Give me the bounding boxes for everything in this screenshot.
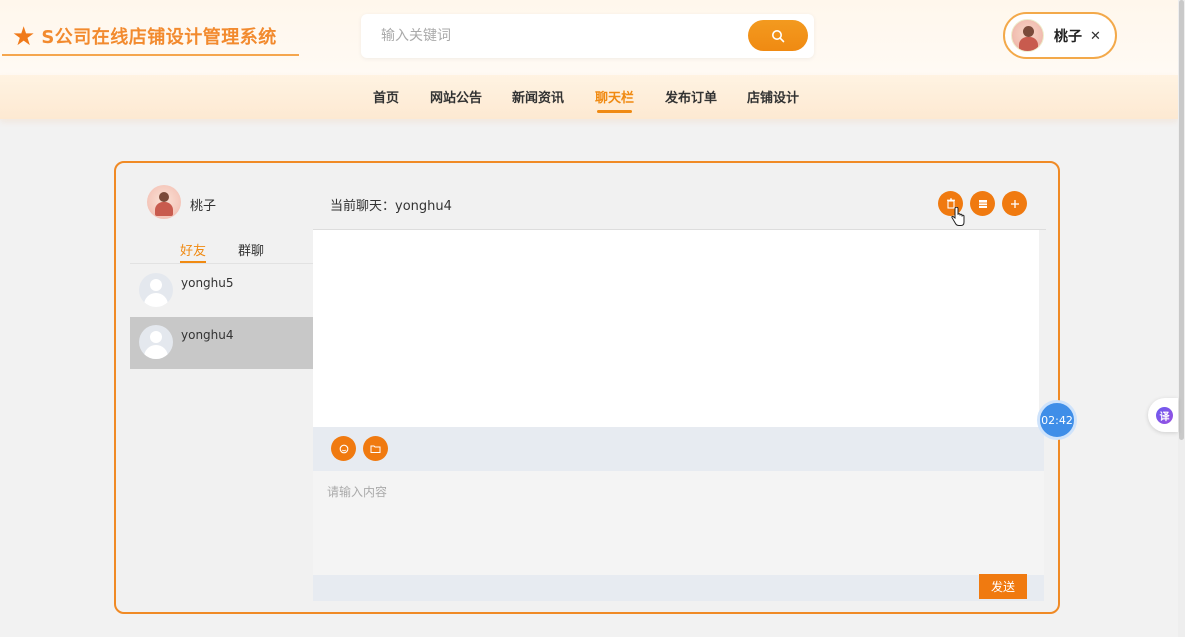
search-button[interactable] [748,20,808,51]
search-bar [361,14,814,58]
nav-item-orders[interactable]: 发布订单 [665,87,717,109]
message-area[interactable] [313,230,1039,427]
message-input-area [313,471,1044,575]
avatar [1011,19,1044,52]
friend-name: yonghu5 [181,276,234,290]
my-name: 桃子 [190,199,217,214]
nav-item-news[interactable]: 新闻资讯 [512,87,564,109]
nav-active-indicator [597,110,633,113]
input-toolbar [313,427,1044,471]
page-scrollbar[interactable] [1178,0,1185,637]
send-row [313,575,1044,601]
add-button[interactable] [1002,191,1027,216]
nav-item-home[interactable]: 首页 [373,87,399,109]
pointer-cursor-icon [951,207,965,226]
nav-item-chat[interactable]: 聊天栏 [587,79,643,115]
grid-icon [978,199,987,208]
file-button[interactable] [363,436,388,461]
scrollbar-thumb[interactable] [1179,0,1184,440]
emoji-icon [339,444,348,453]
user-menu[interactable]: 桃子 ✕ [1003,12,1117,59]
list-item[interactable]: yonghu5 [130,265,313,317]
site-title: S公司在线店铺设计管理系统 [41,27,277,48]
nav-item-chat-label: 聊天栏 [595,91,635,106]
avatar [139,273,173,307]
timer-badge[interactable]: 02:42 [1037,400,1077,440]
message-input[interactable] [327,483,1027,563]
star-logo-icon: ★ [12,21,36,51]
tabs-divider [130,263,313,264]
top-header: ★ S公司在线店铺设计管理系统 桃子 ✕ [0,0,1178,75]
folder-icon [370,445,381,453]
chat-panel: 桃子 当前聊天：yonghu4 好友 群聊 yonghu5 yonghu4 请输… [114,161,1060,614]
avatar [139,325,173,359]
translate-icon: 译 [1156,407,1173,424]
nav-item-announcements[interactable]: 网站公告 [430,87,482,109]
send-button[interactable]: 发送 [979,574,1027,599]
nav-item-shop-design[interactable]: 店铺设计 [747,87,799,109]
translate-widget[interactable]: 译 [1148,398,1178,432]
current-chat-title: 当前聊天：yonghu4 [330,199,452,214]
plus-icon [1010,199,1019,208]
logo-underline [2,54,299,56]
search-input[interactable] [381,14,741,58]
friend-name: yonghu4 [181,328,234,342]
emoji-button[interactable] [331,436,356,461]
user-name: 桃子 [1054,28,1082,45]
grid-menu-button[interactable] [970,191,995,216]
chevron-down-icon: ✕ [1090,27,1101,43]
tab-friends[interactable]: 好友 [180,240,206,259]
logo[interactable]: ★ S公司在线店铺设计管理系统 [12,22,277,50]
list-item[interactable]: yonghu4 [130,317,313,369]
search-icon [772,29,785,42]
my-avatar [147,185,181,219]
tab-groups[interactable]: 群聊 [238,240,264,259]
main-nav: 首页 网站公告 新闻资讯 聊天栏 发布订单 店铺设计 [0,75,1178,119]
